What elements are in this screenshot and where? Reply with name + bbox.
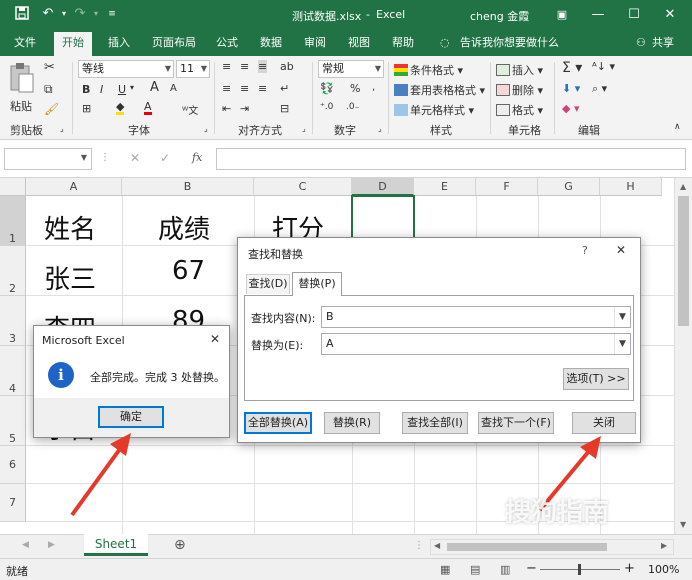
tab-replace[interactable]: 替换(P): [292, 272, 342, 296]
arrow-head-ok: [110, 433, 131, 456]
watermark-text: 搜狗指南: [505, 498, 610, 528]
arrow-line-ok: [70, 440, 127, 517]
watermark: 搜狗指南: [505, 492, 685, 552]
